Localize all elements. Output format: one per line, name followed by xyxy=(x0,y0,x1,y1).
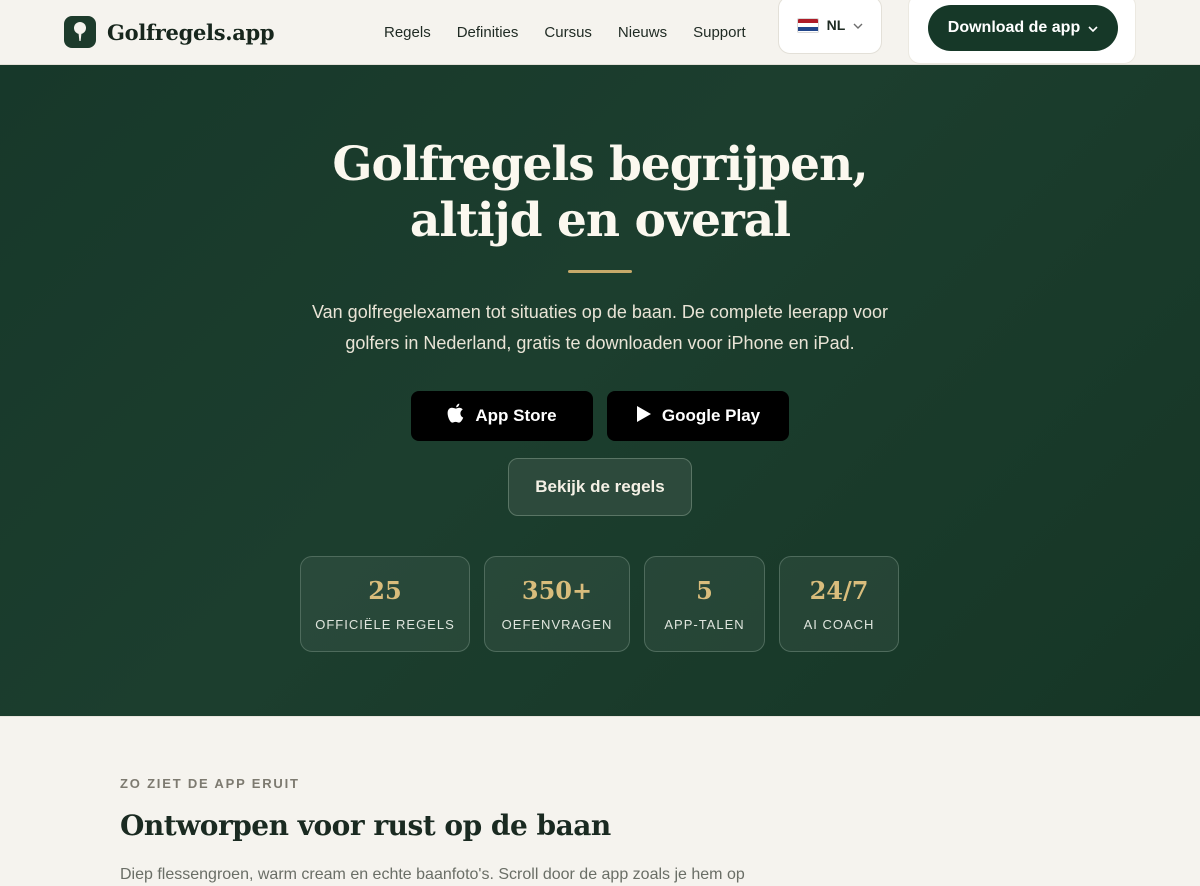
language-code: NL xyxy=(826,17,846,33)
app-store-label: App Store xyxy=(475,406,557,425)
main-nav: Regels Definities Cursus Nieuws Support xyxy=(384,0,746,65)
store-buttons: App Store Google Play xyxy=(411,391,789,441)
hero-title-line-2: altijd en overal xyxy=(409,193,791,248)
brand-link[interactable]: Golfregels.app xyxy=(64,16,275,48)
section-description: Diep flessengroen, warm cream en echte b… xyxy=(120,866,745,883)
app-store-button[interactable]: App Store xyxy=(411,391,593,441)
stat-label: APP-TALEN xyxy=(664,617,745,632)
stat-card-ai-coach: 24/7 AI COACH xyxy=(779,556,899,652)
nav-definities[interactable]: Definities xyxy=(457,24,519,41)
download-menu-panel: Download de app xyxy=(908,0,1136,64)
nav-nieuws[interactable]: Nieuws xyxy=(618,24,667,41)
download-app-button[interactable]: Download de app xyxy=(928,5,1118,51)
hero-title: Golfregels begrijpen, altijd en overal xyxy=(0,137,1200,249)
play-icon xyxy=(636,405,652,428)
section-eyebrow: ZO ZIET DE APP ERUIT xyxy=(120,776,300,791)
hero-subtitle-line-1: Van golfregelexamen tot situaties op de … xyxy=(311,302,889,322)
nav-regels[interactable]: Regels xyxy=(384,24,431,41)
stat-value: 5 xyxy=(696,576,713,605)
chevron-down-icon xyxy=(1088,19,1098,37)
hero-title-line-1: Golfregels begrijpen, xyxy=(332,137,868,192)
stat-value: 350+ xyxy=(521,576,593,605)
view-rules-button[interactable]: Bekijk de regels xyxy=(508,458,692,516)
golf-tee-logo-icon xyxy=(64,16,96,48)
language-selector[interactable]: NL xyxy=(778,0,882,54)
app-preview-section: ZO ZIET DE APP ERUIT Ontworpen voor rust… xyxy=(0,716,1200,886)
section-title: Ontworpen voor rust op de baan xyxy=(120,809,611,842)
dutch-flag-icon xyxy=(796,17,819,33)
stat-value: 24/7 xyxy=(809,576,869,605)
stat-label: OEFENVRAGEN xyxy=(501,617,613,632)
google-play-button[interactable]: Google Play xyxy=(607,391,789,441)
stat-value: 25 xyxy=(368,576,402,605)
download-app-label: Download de app xyxy=(947,19,1081,36)
brand-name: Golfregels.app xyxy=(107,19,275,45)
hero-section: Golfregels begrijpen, altijd en overal V… xyxy=(0,65,1200,716)
google-play-label: Google Play xyxy=(661,406,761,425)
hero-subtitle: Van golfregelexamen tot situaties op de … xyxy=(280,297,920,359)
stat-card-rules: 25 OFFICIËLE REGELS xyxy=(300,556,470,652)
stat-card-questions: 350+ OEFENVRAGEN xyxy=(484,556,630,652)
site-header: Golfregels.app Regels Definities Cursus … xyxy=(0,0,1200,65)
chevron-down-icon xyxy=(853,16,863,34)
gold-divider xyxy=(568,270,632,273)
nav-support[interactable]: Support xyxy=(693,24,746,41)
nav-cursus[interactable]: Cursus xyxy=(544,24,592,41)
stat-card-languages: 5 APP-TALEN xyxy=(644,556,765,652)
stat-label: OFFICIËLE REGELS xyxy=(315,617,455,632)
stat-label: AI COACH xyxy=(803,617,875,632)
hero-subtitle-line-2: golfers in Nederland, gratis te download… xyxy=(345,333,855,353)
apple-icon xyxy=(447,403,465,429)
stats-row: 25 OFFICIËLE REGELS 350+ OEFENVRAGEN 5 A… xyxy=(300,556,899,652)
